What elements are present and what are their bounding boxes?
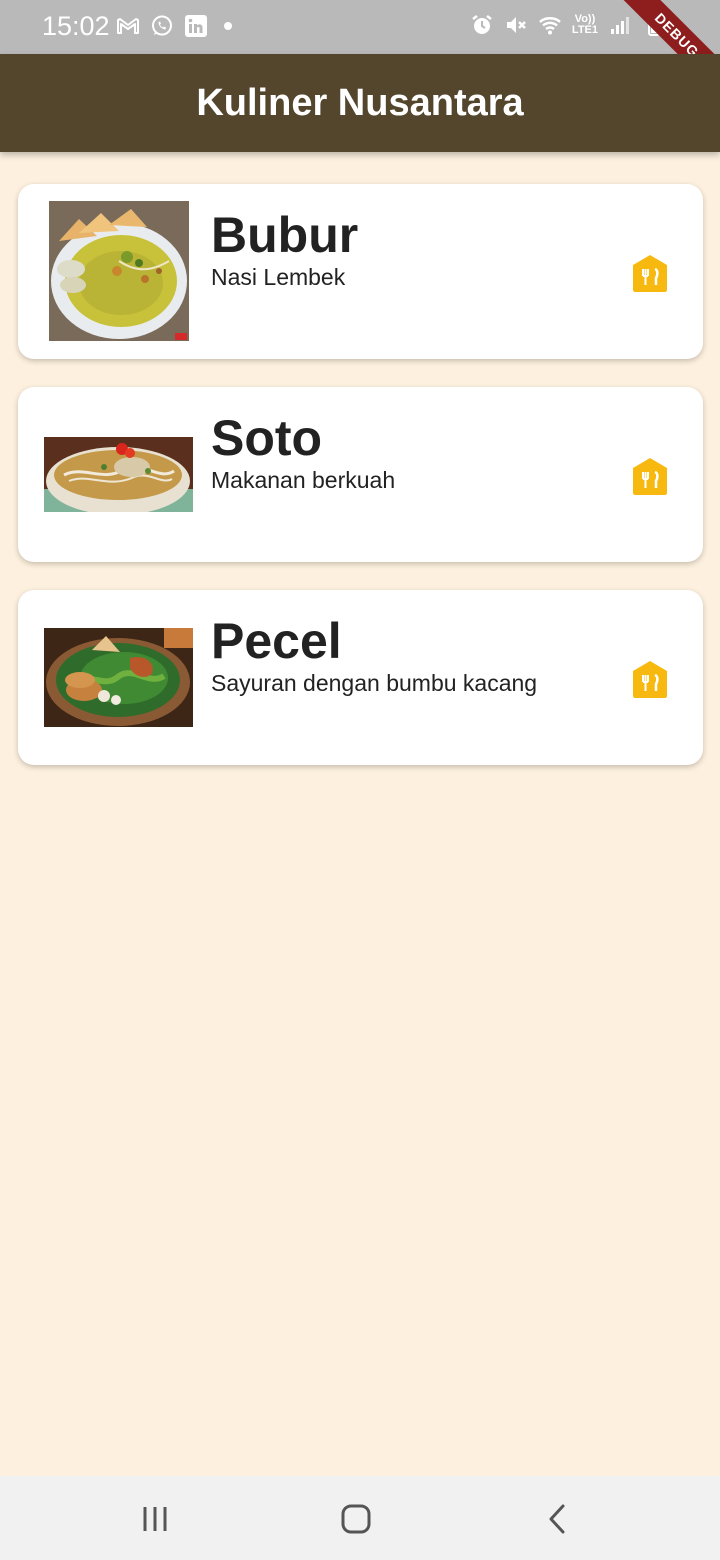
pecel-photo-graphic	[44, 628, 193, 727]
food-list: Bubur Nasi Lembek Soto Makanan berkuah P…	[18, 184, 703, 793]
pecel-photo	[44, 628, 193, 727]
food-card-soto[interactable]: Soto Makanan berkuah	[18, 387, 703, 562]
card-title: Bubur	[211, 207, 359, 263]
back-icon[interactable]	[543, 1503, 575, 1535]
soto-photo	[44, 437, 193, 512]
card-subtitle: Sayuran dengan bumbu kacang	[211, 670, 538, 696]
signal-icon	[611, 17, 629, 34]
home-icon[interactable]	[340, 1503, 372, 1535]
app-title: Kuliner Nusantara	[196, 81, 524, 124]
alarm-icon	[472, 15, 492, 34]
status-bar: 15:02 Vo)) LTE1	[0, 0, 720, 54]
status-time: 15:02	[42, 11, 110, 41]
food-card-bubur[interactable]: Bubur Nasi Lembek	[18, 184, 703, 359]
card-subtitle: Nasi Lembek	[211, 264, 346, 290]
whatsapp-icon	[152, 15, 172, 36]
notification-dot-icon	[224, 22, 232, 30]
card-title: Soto	[211, 410, 323, 466]
food-card-pecel[interactable]: Pecel Sayuran dengan bumbu kacang	[18, 590, 703, 765]
status-right-icons: Vo)) LTE1	[470, 13, 666, 37]
card-subtitle: Makanan berkuah	[211, 467, 396, 493]
volte-icon: Vo)) LTE1	[571, 13, 598, 36]
soto-photo-graphic	[44, 437, 193, 512]
food-badge-icon[interactable]	[632, 660, 668, 698]
app-bar: Kuliner Nusantara	[0, 54, 720, 152]
navigation-bar	[0, 1476, 720, 1560]
mute-icon	[506, 17, 526, 33]
recent-apps-icon[interactable]	[139, 1503, 171, 1535]
bubur-photo	[49, 201, 189, 341]
linkedin-icon	[185, 15, 207, 37]
bubur-photo-graphic	[49, 201, 189, 341]
card-title: Pecel	[211, 613, 342, 669]
food-badge-icon[interactable]	[632, 254, 668, 292]
gmail-icon	[117, 18, 139, 34]
food-badge-icon[interactable]	[632, 457, 668, 495]
status-left-icons	[116, 14, 232, 38]
wifi-icon	[539, 17, 561, 35]
